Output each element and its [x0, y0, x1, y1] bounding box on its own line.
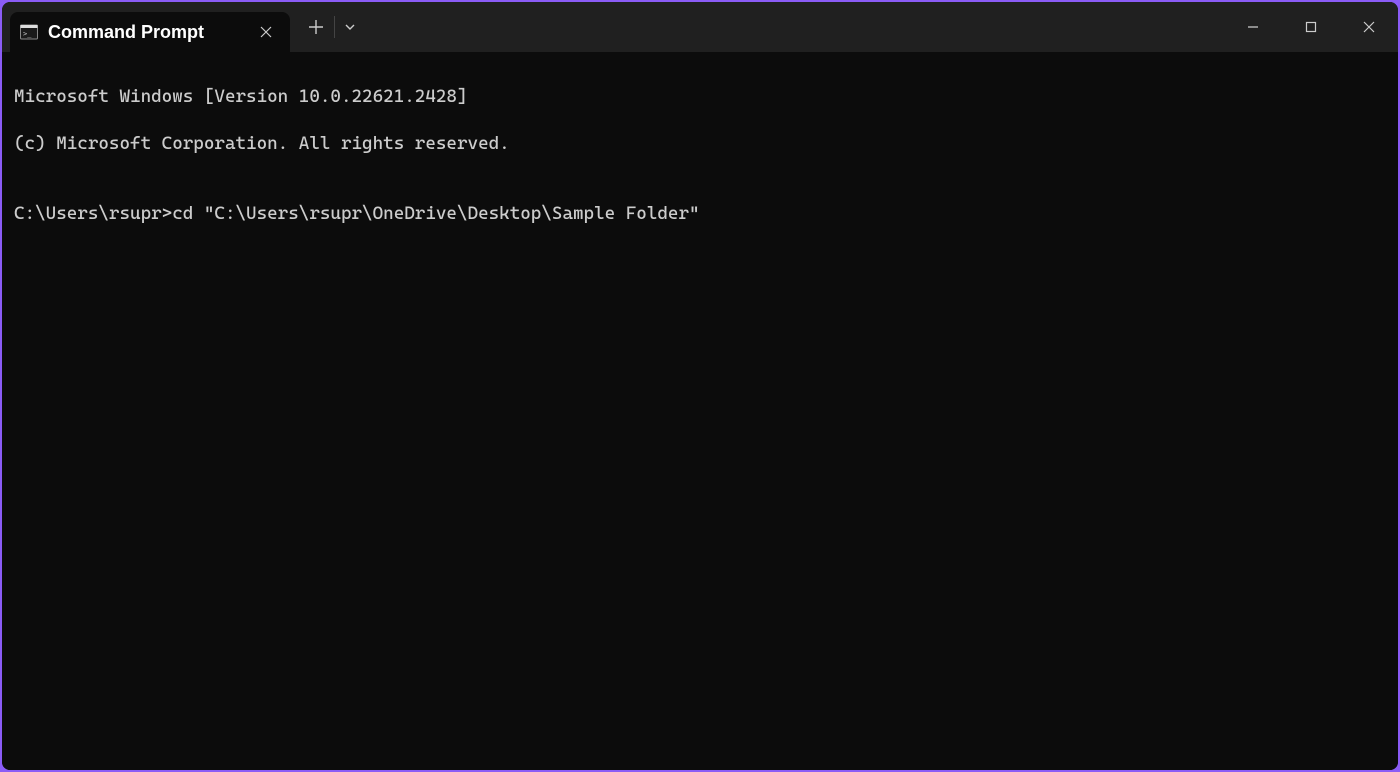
titlebar[interactable]: >_ Command Prompt	[2, 2, 1398, 52]
terminal-line: (c) Microsoft Corporation. All rights re…	[14, 132, 1386, 155]
terminal-window: >_ Command Prompt	[2, 2, 1398, 770]
tab-title: Command Prompt	[48, 22, 244, 43]
tab-actions	[290, 2, 365, 52]
maximize-button[interactable]	[1282, 2, 1340, 52]
terminal-prompt-line: C:\Users\rsupr>cd "C:\Users\rsupr\OneDri…	[14, 202, 1386, 225]
tab-dropdown-button[interactable]	[335, 9, 365, 45]
new-tab-button[interactable]	[298, 9, 334, 45]
window-controls	[1224, 2, 1398, 52]
minimize-button[interactable]	[1224, 2, 1282, 52]
terminal-line: Microsoft Windows [Version 10.0.22621.24…	[14, 85, 1386, 108]
tab-close-button[interactable]	[254, 20, 278, 44]
tabs-area: >_ Command Prompt	[2, 2, 290, 52]
tab-command-prompt[interactable]: >_ Command Prompt	[10, 12, 290, 52]
close-window-button[interactable]	[1340, 2, 1398, 52]
svg-text:>_: >_	[23, 30, 32, 38]
terminal-output[interactable]: Microsoft Windows [Version 10.0.22621.24…	[2, 52, 1398, 770]
command-prompt-icon: >_	[20, 23, 38, 41]
